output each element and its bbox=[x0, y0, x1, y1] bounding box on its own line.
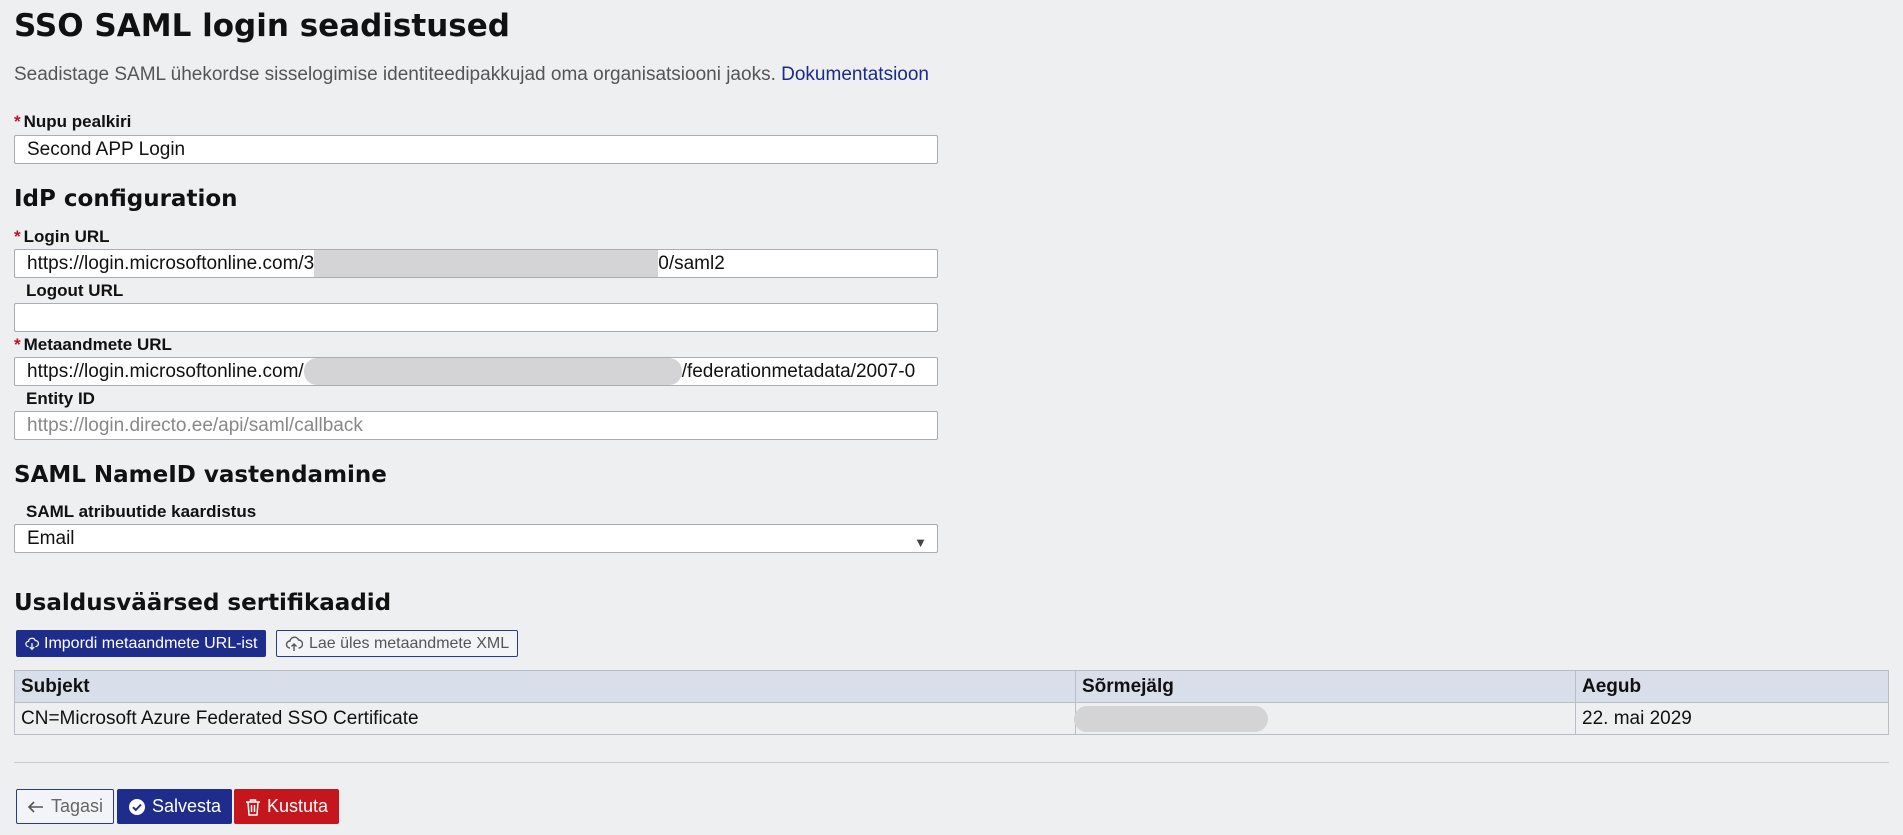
metadata-url-input[interactable]: https://login.microsoftonline.com/ /feder… bbox=[14, 357, 938, 386]
trash-icon bbox=[246, 798, 260, 816]
attribute-mapping-label: SAML atribuutide kaardistus bbox=[26, 502, 257, 521]
description-text: Seadistage SAML ühekordse sisselogimise … bbox=[14, 64, 776, 85]
redacted-block bbox=[1074, 705, 1268, 732]
cloud-download-icon bbox=[25, 637, 39, 650]
attribute-mapping-select[interactable]: Email ▼ bbox=[14, 524, 938, 553]
logout-url-label: Logout URL bbox=[26, 281, 124, 300]
column-header-fingerprint: Sõrmejälg bbox=[1075, 670, 1576, 703]
login-url-value-start: https://login.microsoftonline.com/3 bbox=[27, 253, 315, 274]
login-url-label: * Login URL bbox=[14, 227, 110, 246]
required-marker: * bbox=[14, 227, 21, 246]
idp-config-heading: IdP configuration bbox=[14, 186, 238, 212]
page-description: Seadistage SAML ühekordse sisselogimise … bbox=[14, 64, 929, 86]
documentation-link[interactable]: Dokumentatsioon bbox=[781, 64, 929, 85]
page-title: SSO SAML login seadistused bbox=[14, 8, 510, 44]
divider bbox=[14, 762, 1889, 763]
logout-url-input[interactable] bbox=[14, 303, 938, 332]
login-url-value-end: 0/saml2 bbox=[658, 253, 725, 274]
import-metadata-url-button[interactable]: Impordi metaandmete URL-ist bbox=[16, 630, 267, 657]
redacted-block bbox=[314, 250, 659, 277]
certificates-table: Subjekt Sõrmejälg Aegub CN=Microsoft Azu… bbox=[14, 670, 1889, 735]
column-header-expires: Aegub bbox=[1575, 670, 1889, 703]
button-title-label: * Nupu pealkiri bbox=[14, 112, 132, 131]
required-marker: * bbox=[14, 335, 21, 354]
certificates-heading: Usaldusväärsed sertifikaadid bbox=[14, 590, 392, 616]
metadata-url-label: * Metaandmete URL bbox=[14, 335, 172, 354]
cell-subject: CN=Microsoft Azure Federated SSO Certifi… bbox=[14, 702, 1076, 735]
nameid-heading: SAML NameID vastendamine bbox=[14, 462, 387, 488]
column-header-subject: Subjekt bbox=[14, 670, 1076, 703]
cell-fingerprint bbox=[1074, 702, 1576, 735]
entity-id-input[interactable]: https://login.directo.ee/api/saml/callba… bbox=[14, 411, 938, 440]
cell-expires: 22. mai 2029 bbox=[1575, 702, 1889, 735]
attribute-mapping-value: Email bbox=[27, 528, 75, 549]
required-marker: * bbox=[14, 112, 21, 131]
button-title-input[interactable]: Second APP Login bbox=[14, 135, 938, 164]
chevron-down-icon: ▼ bbox=[914, 535, 927, 550]
metadata-url-value-start: https://login.microsoftonline.com/ bbox=[27, 361, 304, 382]
table-row[interactable]: CN=Microsoft Azure Federated SSO Certifi… bbox=[14, 702, 1889, 735]
redacted-block bbox=[303, 358, 682, 385]
check-badge-icon bbox=[129, 798, 145, 815]
login-url-input[interactable]: https://login.microsoftonline.com/3 0/sam… bbox=[14, 249, 938, 278]
metadata-url-value-end: /federationmetadata/2007-0 bbox=[681, 361, 916, 382]
delete-button[interactable]: Kustuta bbox=[234, 789, 340, 824]
arrow-left-icon bbox=[27, 800, 43, 813]
table-header-row: Subjekt Sõrmejälg Aegub bbox=[14, 670, 1889, 703]
cloud-upload-icon bbox=[285, 636, 303, 651]
back-button[interactable]: Tagasi bbox=[16, 789, 115, 824]
upload-metadata-xml-button[interactable]: Lae üles metaandmete XML bbox=[276, 630, 519, 657]
save-button[interactable]: Salvesta bbox=[117, 789, 233, 824]
entity-id-label: Entity ID bbox=[26, 389, 95, 408]
